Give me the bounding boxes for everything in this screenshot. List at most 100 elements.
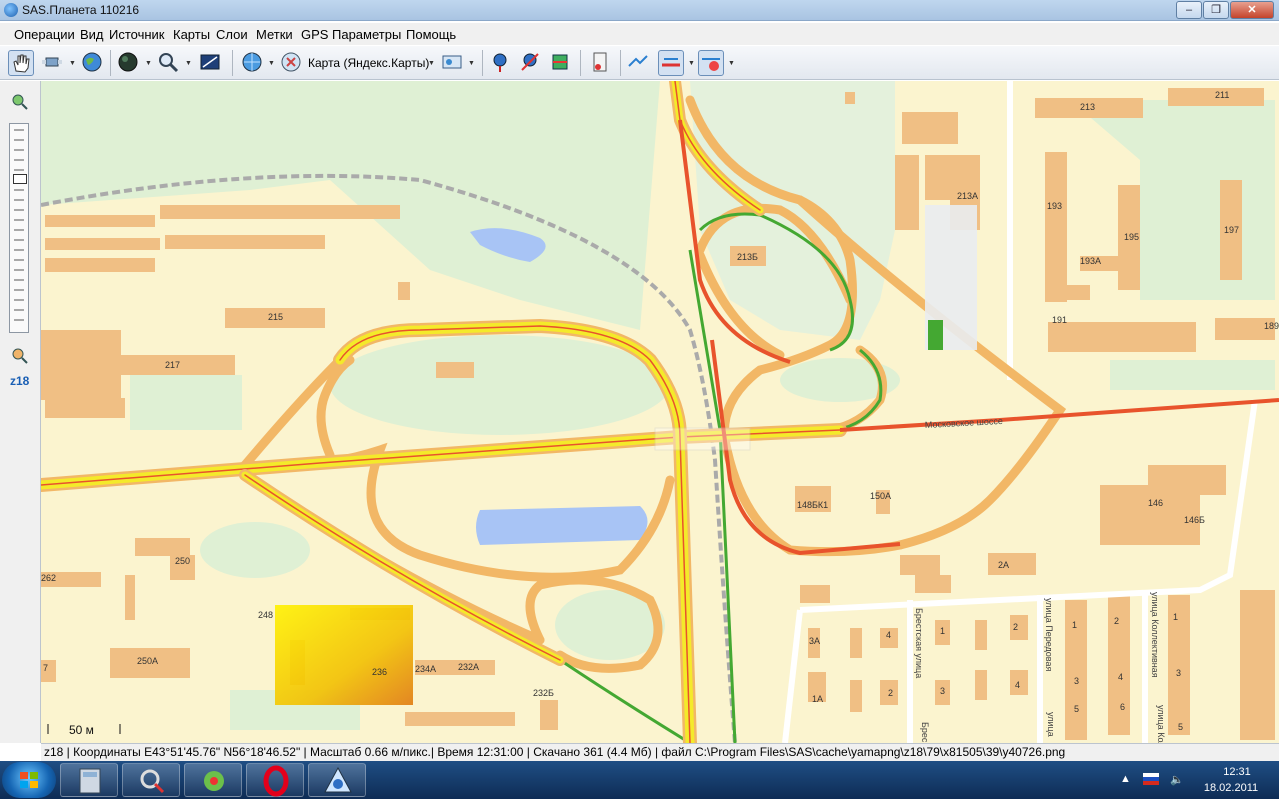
svg-text:148БК1: 148БК1	[797, 500, 828, 510]
clock-date[interactable]: 18.02.2011	[1200, 782, 1262, 794]
svg-text:5: 5	[1074, 704, 1079, 714]
svg-text:232Б: 232Б	[533, 688, 554, 698]
svg-text:146: 146	[1148, 498, 1163, 508]
svg-text:191: 191	[1052, 315, 1067, 325]
svg-text:234А: 234А	[415, 664, 436, 674]
earth-icon	[82, 52, 102, 72]
traffic-dropdown-arrow-icon[interactable]: ▼	[688, 60, 695, 67]
svg-text:195: 195	[1124, 232, 1139, 242]
traffic-layer-dropdown-arrow-icon[interactable]: ▼	[728, 60, 735, 67]
svg-text:217: 217	[165, 360, 180, 370]
menu-parameters[interactable]: Параметры	[332, 27, 401, 42]
map-view[interactable]: 213 211 213А 193 195 197 193А 191 189 21…	[41, 81, 1279, 743]
clock-time[interactable]: 12:31	[1212, 766, 1262, 778]
svg-text:189: 189	[1264, 321, 1279, 331]
map-source-dropdown-arrow-icon[interactable]: ▼	[428, 60, 435, 67]
globe-blue-icon	[242, 52, 262, 72]
add-path-button[interactable]	[518, 50, 544, 76]
satellite-icon	[42, 57, 62, 67]
zoom-tool-button[interactable]	[156, 50, 182, 76]
sphere-dropdown-arrow-icon[interactable]: ▼	[145, 60, 152, 67]
gps-dropdown-arrow-icon[interactable]: ▼	[69, 60, 76, 67]
svg-text:1А: 1А	[812, 694, 823, 704]
traffic-button[interactable]	[658, 50, 684, 76]
taskbar-tools[interactable]	[122, 763, 180, 797]
windows-logo-icon	[20, 772, 38, 788]
language-flag-icon[interactable]	[1143, 773, 1159, 788]
menu-operations[interactable]: Операции	[14, 27, 75, 42]
menu-view[interactable]: Вид	[80, 27, 104, 42]
tray-up-arrow-icon[interactable]: ▲	[1120, 773, 1131, 785]
taskbar-calculator[interactable]	[60, 763, 118, 797]
list-icon	[593, 52, 607, 72]
svg-text:улица: улица	[1046, 712, 1056, 737]
hand-tool-button[interactable]	[8, 50, 34, 76]
svg-text:улица Коллективная: улица Коллективная	[1150, 592, 1160, 678]
fullscreen-button[interactable]	[198, 50, 224, 76]
layer-sphere-button[interactable]	[116, 50, 142, 76]
add-placemark-button[interactable]	[488, 50, 514, 76]
map-type-button[interactable]	[240, 50, 266, 76]
status-bar: z18 | Координаты E43°51'45.76" N56°18'46…	[41, 743, 1279, 761]
globe-button[interactable]	[80, 50, 106, 76]
zoom-dropdown-arrow-icon[interactable]: ▼	[185, 60, 192, 67]
layers-button[interactable]	[440, 50, 466, 76]
svg-text:213: 213	[1080, 102, 1095, 112]
menu-marks[interactable]: Метки	[256, 27, 293, 42]
taskbar-opera[interactable]	[246, 763, 304, 797]
svg-text:250А: 250А	[137, 656, 158, 666]
svg-text:2А: 2А	[998, 560, 1009, 570]
layers-dropdown-arrow-icon[interactable]: ▼	[468, 60, 475, 67]
map-type-dropdown-arrow-icon[interactable]: ▼	[268, 60, 275, 67]
svg-text:236: 236	[372, 667, 387, 677]
taskbar-sas-planet[interactable]	[308, 763, 366, 797]
svg-text:4: 4	[1118, 672, 1123, 682]
svg-text:5: 5	[1178, 722, 1183, 732]
svg-text:193: 193	[1047, 201, 1062, 211]
route-icon	[628, 55, 648, 67]
screen-icon	[200, 54, 220, 70]
map-source-selector[interactable]: Карта (Яндекс.Карты)	[308, 56, 429, 70]
zoom-slider-thumb[interactable]	[13, 174, 27, 184]
svg-text:1: 1	[1072, 620, 1077, 630]
title-bar: SAS.Планета 110216 – ❐ ✕	[0, 0, 1279, 21]
svg-text:211: 211	[1215, 90, 1229, 100]
svg-text:улица Кол: улица Кол	[1156, 705, 1166, 743]
svg-text:4: 4	[886, 630, 891, 640]
minimize-button[interactable]: –	[1176, 1, 1202, 19]
tools-icon	[140, 769, 165, 794]
app-icon	[4, 3, 18, 17]
zoom-in-icon[interactable]	[11, 93, 29, 114]
add-polygon-button[interactable]	[548, 50, 574, 76]
zoom-slider[interactable]	[9, 123, 29, 333]
hand-icon	[13, 54, 30, 73]
traffic-layer-button[interactable]	[698, 50, 724, 76]
svg-text:262: 262	[41, 573, 56, 583]
route-button[interactable]	[626, 50, 652, 76]
menu-layers[interactable]: Слои	[216, 27, 248, 42]
menu-bar: Операции Вид Источник Карты Слои Метки G…	[0, 23, 1279, 45]
close-button[interactable]: ✕	[1230, 1, 1274, 19]
path-icon	[521, 53, 539, 71]
map-canvas: 213 211 213А 193 195 197 193А 191 189 21…	[41, 81, 1279, 743]
start-button[interactable]	[2, 762, 56, 798]
svg-text:4: 4	[1015, 680, 1020, 690]
marks-list-button[interactable]	[588, 50, 614, 76]
menu-source[interactable]: Источник	[109, 27, 165, 42]
maximize-button[interactable]: ❐	[1203, 1, 1229, 19]
menu-help[interactable]: Помощь	[406, 27, 456, 42]
svg-text:250: 250	[175, 556, 190, 566]
menu-maps[interactable]: Карты	[173, 27, 210, 42]
menu-gps[interactable]: GPS	[301, 27, 328, 42]
zoom-out-icon[interactable]	[11, 347, 29, 368]
map-source-icon-box[interactable]	[279, 50, 305, 76]
toolbar: ▼ ▼ ▼ ▼ Карта (Яндекс.Карты) ▼ ▼ ▼ ▼	[0, 46, 1279, 80]
svg-text:6: 6	[1120, 702, 1125, 712]
svg-text:197: 197	[1224, 225, 1239, 235]
zoom-level-label: z18	[10, 374, 30, 388]
icq-flower-icon	[204, 771, 224, 791]
zoom-panel: z18	[0, 81, 41, 743]
gps-tool-button[interactable]	[40, 50, 66, 76]
taskbar-icq[interactable]	[184, 763, 242, 797]
volume-icon[interactable]: 🔈	[1170, 773, 1184, 786]
